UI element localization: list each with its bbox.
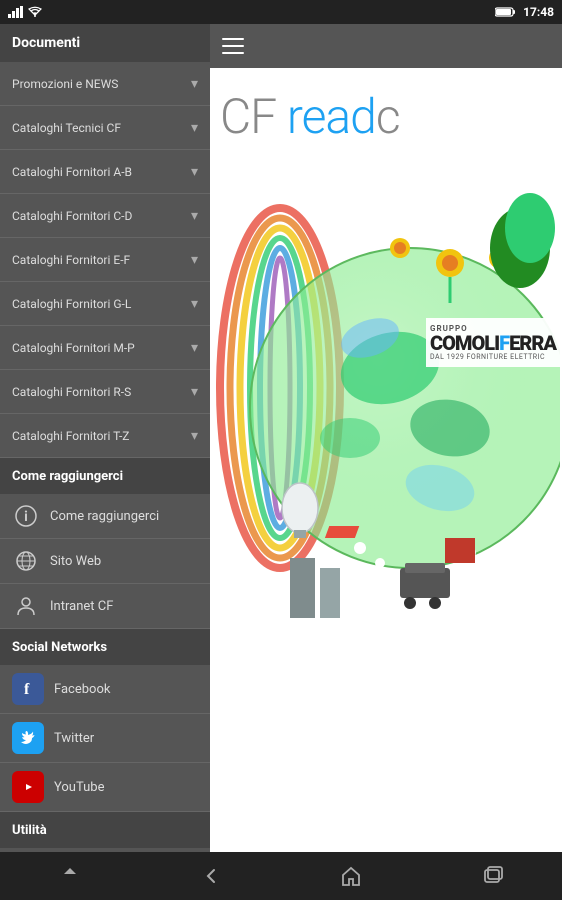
content-toolbar <box>210 24 562 68</box>
come-raggiungerci-header-label: Come raggiungerci <box>12 469 123 484</box>
nav-back-arrow-button[interactable] <box>181 856 241 896</box>
sito-web-label: Sito Web <box>50 554 101 569</box>
sidebar-fornitori-rs-label: Cataloghi Fornitori R-S <box>12 385 191 399</box>
facebook-icon: f <box>12 673 44 705</box>
hamburger-line-1 <box>222 38 244 40</box>
logo-main: COMOLIFERRA <box>430 333 556 353</box>
youtube-label: YouTube <box>54 780 105 795</box>
facebook-label: Facebook <box>54 682 110 697</box>
sidebar-item-promozioni[interactable]: Promozioni e NEWS ▾ <box>0 62 210 106</box>
wifi-icon <box>28 6 42 18</box>
nav-recents-button[interactable] <box>462 856 522 896</box>
svg-text:i: i <box>24 509 28 525</box>
nav-bar <box>0 852 562 900</box>
chevron-icon-mp: ▾ <box>191 340 198 356</box>
status-bar: 17:48 <box>0 0 562 24</box>
chevron-icon-promozioni: ▾ <box>191 76 198 92</box>
sidebar-item-fornitori-tz[interactable]: Cataloghi Fornitori T-Z ▾ <box>0 414 210 458</box>
sidebar: Documenti Promozioni e NEWS ▾ Cataloghi … <box>0 24 210 852</box>
battery-icon <box>495 6 517 18</box>
sidebar-promozioni-label: Promozioni e NEWS <box>12 77 191 91</box>
hamburger-button[interactable] <box>222 32 250 60</box>
section-come-raggiungerci-header: Come raggiungerci <box>0 458 210 494</box>
sidebar-item-youtube[interactable]: YouTube <box>0 763 210 812</box>
comoli-ferrari-logo: GRUPPO COMOLIFERRA DAL 1929 FORNITURE EL… <box>426 318 560 367</box>
signal-icon <box>8 6 24 18</box>
content-area: CF readc <box>210 24 562 852</box>
twitter-icon <box>12 722 44 754</box>
globe-illustration <box>210 128 560 628</box>
sidebar-item-fornitori-rs[interactable]: Cataloghi Fornitori R-S ▾ <box>0 370 210 414</box>
nav-back-button[interactable] <box>40 856 100 896</box>
sidebar-fornitori-cd-label: Cataloghi Fornitori C-D <box>12 209 191 223</box>
sidebar-fornitori-mp-label: Cataloghi Fornitori M-P <box>12 341 191 355</box>
status-left-icons <box>8 6 42 18</box>
nav-back-icon <box>199 864 223 888</box>
main-layout: Documenti Promozioni e NEWS ▾ Cataloghi … <box>0 24 562 852</box>
sidebar-item-fornitori-mp[interactable]: Cataloghi Fornitori M-P ▾ <box>0 326 210 370</box>
time-display: 17:48 <box>523 5 554 19</box>
sidebar-item-intranet[interactable]: Intranet CF <box>0 584 210 629</box>
logo-sub: DAL 1929 FORNITURE ELETTRIC <box>430 353 556 361</box>
nav-recents-icon <box>480 864 504 888</box>
sidebar-item-fornitori-ab[interactable]: Cataloghi Fornitori A-B ▾ <box>0 150 210 194</box>
sidebar-fornitori-ab-label: Cataloghi Fornitori A-B <box>12 165 191 179</box>
youtube-icon <box>12 771 44 803</box>
hamburger-line-2 <box>222 45 244 47</box>
chevron-icon-ab: ▾ <box>191 164 198 180</box>
chevron-icon-ef: ▾ <box>191 252 198 268</box>
sidebar-item-fornitori-ef[interactable]: Cataloghi Fornitori E-F ▾ <box>0 238 210 282</box>
nav-home-icon <box>339 864 363 888</box>
intranet-label: Intranet CF <box>50 599 113 614</box>
globe-icon <box>12 547 40 575</box>
nav-menu-icon <box>58 864 82 888</box>
come-raggiungerci-label: Come raggiungerci <box>50 509 159 524</box>
sidebar-fornitori-ef-label: Cataloghi Fornitori E-F <box>12 253 191 267</box>
utilita-header-label: Utilità <box>12 823 47 838</box>
chevron-icon-rs: ▾ <box>191 384 198 400</box>
sidebar-item-come-raggiungerci[interactable]: i Come raggiungerci <box>0 494 210 539</box>
chevron-icon-cataloghi-tecnici: ▾ <box>191 120 198 136</box>
info-icon: i <box>12 502 40 530</box>
twitter-label: Twitter <box>54 731 94 746</box>
nav-home-button[interactable] <box>321 856 381 896</box>
sidebar-item-sito-web[interactable]: Sito Web <box>0 539 210 584</box>
sidebar-item-fornitori-gl[interactable]: Cataloghi Fornitori G-L ▾ <box>0 282 210 326</box>
svg-text:f: f <box>24 681 30 698</box>
section-utilita-header: Utilità <box>0 812 210 848</box>
hamburger-line-3 <box>222 52 244 54</box>
chevron-icon-cd: ▾ <box>191 208 198 224</box>
sidebar-fornitori-tz-label: Cataloghi Fornitori T-Z <box>12 429 191 443</box>
sidebar-item-facebook[interactable]: f Facebook <box>0 665 210 714</box>
sidebar-cataloghi-tecnici-label: Cataloghi Tecnici CF <box>12 121 191 135</box>
section-social-networks-header: Social Networks <box>0 629 210 665</box>
person-icon <box>12 592 40 620</box>
sidebar-documenti-header: Documenti <box>0 24 210 62</box>
chevron-icon-tz: ▾ <box>191 428 198 444</box>
sidebar-item-cataloghi-tecnici[interactable]: Cataloghi Tecnici CF ▾ <box>0 106 210 150</box>
sidebar-header-label: Documenti <box>12 35 80 51</box>
chevron-icon-gl: ▾ <box>191 296 198 312</box>
social-networks-header-label: Social Networks <box>12 640 107 655</box>
sidebar-fornitori-gl-label: Cataloghi Fornitori G-L <box>12 297 191 311</box>
status-right-icons: 17:48 <box>495 5 554 19</box>
sidebar-item-fornitori-cd[interactable]: Cataloghi Fornitori C-D ▾ <box>0 194 210 238</box>
sidebar-item-twitter[interactable]: Twitter <box>0 714 210 763</box>
content-body: CF readc <box>210 68 562 852</box>
